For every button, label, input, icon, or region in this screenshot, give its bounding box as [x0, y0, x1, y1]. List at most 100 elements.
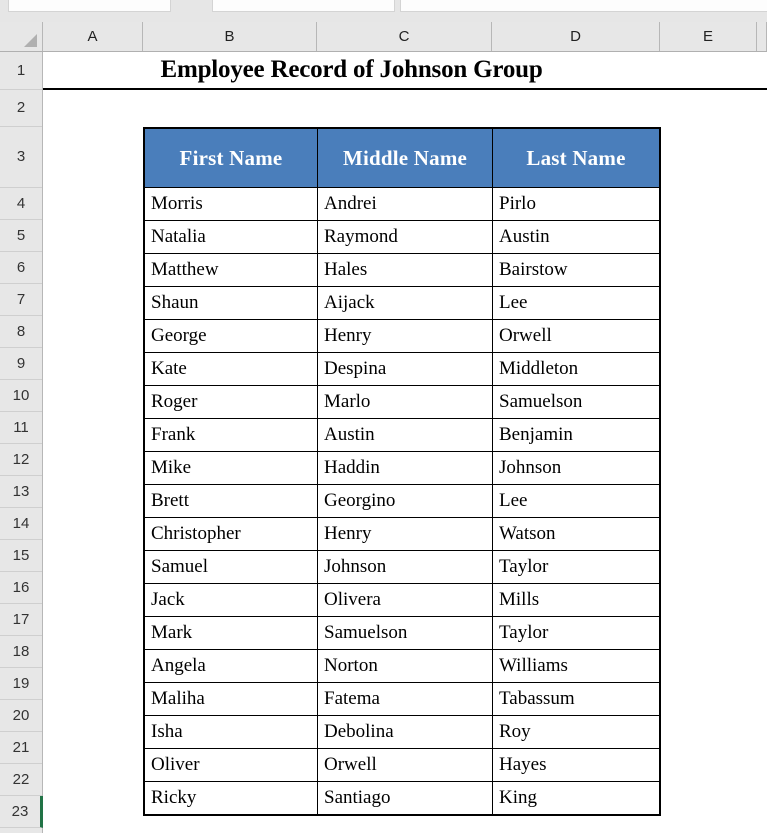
cell-middle-name[interactable]: Norton [317, 649, 493, 683]
row-header-14[interactable]: 14 [0, 508, 42, 540]
column-header-last-name[interactable]: Last Name [492, 127, 661, 188]
cell-first-name[interactable]: Angela [143, 649, 318, 683]
row-header-11[interactable]: 11 [0, 412, 42, 444]
cell-middle-name[interactable]: Georgino [317, 484, 493, 518]
cell-middle-name[interactable]: Raymond [317, 220, 493, 254]
row-header-2[interactable]: 2 [0, 90, 42, 127]
row-header-17[interactable]: 17 [0, 604, 42, 636]
row-header-7[interactable]: 7 [0, 284, 42, 316]
cell-last-name[interactable]: Roy [492, 715, 661, 749]
cell-middle-name[interactable]: Johnson [317, 550, 493, 584]
worksheet-canvas[interactable]: Employee Record of Johnson Group First N… [43, 52, 767, 833]
row-header-20[interactable]: 20 [0, 700, 42, 732]
cell-first-name[interactable]: Shaun [143, 286, 318, 320]
cell-first-name[interactable]: Natalia [143, 220, 318, 254]
row-header-9[interactable]: 9 [0, 348, 42, 380]
cell-middle-name[interactable]: Olivera [317, 583, 493, 617]
cell-middle-name[interactable]: Orwell [317, 748, 493, 782]
cell-middle-name[interactable]: Despina [317, 352, 493, 386]
cell-first-name[interactable]: Samuel [143, 550, 318, 584]
cell-first-name[interactable]: Oliver [143, 748, 318, 782]
column-header-b[interactable]: B [143, 22, 317, 51]
cell-last-name[interactable]: Austin [492, 220, 661, 254]
cell-middle-name[interactable]: Henry [317, 517, 493, 551]
cell-last-name[interactable]: Lee [492, 286, 661, 320]
cell-middle-name[interactable]: Haddin [317, 451, 493, 485]
cell-first-name[interactable]: Christopher [143, 517, 318, 551]
row-header-5[interactable]: 5 [0, 220, 42, 252]
column-header-c[interactable]: C [317, 22, 492, 51]
cell-middle-name[interactable]: Marlo [317, 385, 493, 419]
ribbon-group-middle[interactable] [212, 0, 395, 12]
cell-first-name[interactable]: Maliha [143, 682, 318, 716]
column-header-e[interactable]: E [660, 22, 757, 51]
row-header-4[interactable]: 4 [0, 188, 42, 220]
cell-middle-name[interactable]: Samuelson [317, 616, 493, 650]
cell-last-name[interactable]: Benjamin [492, 418, 661, 452]
cell-middle-name[interactable]: Debolina [317, 715, 493, 749]
cell-first-name[interactable]: Matthew [143, 253, 318, 287]
page-title: Employee Record of Johnson Group [160, 56, 543, 83]
cell-last-name[interactable]: Johnson [492, 451, 661, 485]
row-header-label: 20 [12, 707, 30, 724]
cell-last-name[interactable]: Pirlo [492, 187, 661, 221]
cell-middle-name[interactable]: Santiago [317, 781, 493, 816]
table-row: Jack Olivera Mills [143, 583, 661, 617]
cell-last-name[interactable]: Lee [492, 484, 661, 518]
cell-middle-name[interactable]: Austin [317, 418, 493, 452]
row-header-16[interactable]: 16 [0, 572, 42, 604]
cell-middle-name[interactable]: Henry [317, 319, 493, 353]
cell-middle-name[interactable]: Hales [317, 253, 493, 287]
row-header-22[interactable]: 22 [0, 764, 42, 796]
row-header-6[interactable]: 6 [0, 252, 42, 284]
row-header-19[interactable]: 19 [0, 668, 42, 700]
row-header-13[interactable]: 13 [0, 476, 42, 508]
cell-middle-name[interactable]: Fatema [317, 682, 493, 716]
row-header-12[interactable]: 12 [0, 444, 42, 476]
row-header-23[interactable]: 23 [0, 796, 43, 828]
ribbon-group-left[interactable] [8, 0, 171, 12]
column-header-a[interactable]: A [43, 22, 143, 51]
table-row: Matthew Hales Bairstow [143, 253, 661, 287]
row-header-21[interactable]: 21 [0, 732, 42, 764]
column-header-row: ABCDE [0, 22, 767, 52]
cell-first-name[interactable]: George [143, 319, 318, 353]
cell-last-name[interactable]: Bairstow [492, 253, 661, 287]
cell-first-name[interactable]: Frank [143, 418, 318, 452]
cell-last-name[interactable]: Watson [492, 517, 661, 551]
cell-last-name[interactable]: Taylor [492, 550, 661, 584]
cell-first-name[interactable]: Brett [143, 484, 318, 518]
row-header-18[interactable]: 18 [0, 636, 42, 668]
row-header-3[interactable]: 3 [0, 127, 42, 188]
cell-last-name[interactable]: Tabassum [492, 682, 661, 716]
ribbon-group-right[interactable] [400, 0, 767, 12]
row-header-8[interactable]: 8 [0, 316, 42, 348]
cell-last-name[interactable]: Mills [492, 583, 661, 617]
column-header-middle-name[interactable]: Middle Name [317, 127, 493, 188]
column-header-overflow[interactable] [757, 22, 767, 51]
cell-middle-name[interactable]: Aijack [317, 286, 493, 320]
cell-first-name[interactable]: Jack [143, 583, 318, 617]
column-header-d[interactable]: D [492, 22, 660, 51]
cell-last-name[interactable]: Williams [492, 649, 661, 683]
cell-last-name[interactable]: Orwell [492, 319, 661, 353]
row-header-10[interactable]: 10 [0, 380, 42, 412]
cell-first-name[interactable]: Ricky [143, 781, 318, 816]
cell-first-name[interactable]: Kate [143, 352, 318, 386]
cell-first-name[interactable]: Morris [143, 187, 318, 221]
cell-middle-name[interactable]: Andrei [317, 187, 493, 221]
cell-last-name[interactable]: Samuelson [492, 385, 661, 419]
select-all-corner[interactable] [0, 22, 43, 51]
row-header-1[interactable]: 1 [0, 52, 42, 90]
cell-first-name[interactable]: Mike [143, 451, 318, 485]
cell-first-name[interactable]: Isha [143, 715, 318, 749]
row-header-label: 15 [12, 547, 30, 564]
cell-last-name[interactable]: King [492, 781, 661, 816]
column-header-first-name[interactable]: First Name [143, 127, 318, 188]
cell-last-name[interactable]: Middleton [492, 352, 661, 386]
cell-last-name[interactable]: Taylor [492, 616, 661, 650]
cell-first-name[interactable]: Mark [143, 616, 318, 650]
cell-first-name[interactable]: Roger [143, 385, 318, 419]
cell-last-name[interactable]: Hayes [492, 748, 661, 782]
row-header-15[interactable]: 15 [0, 540, 42, 572]
